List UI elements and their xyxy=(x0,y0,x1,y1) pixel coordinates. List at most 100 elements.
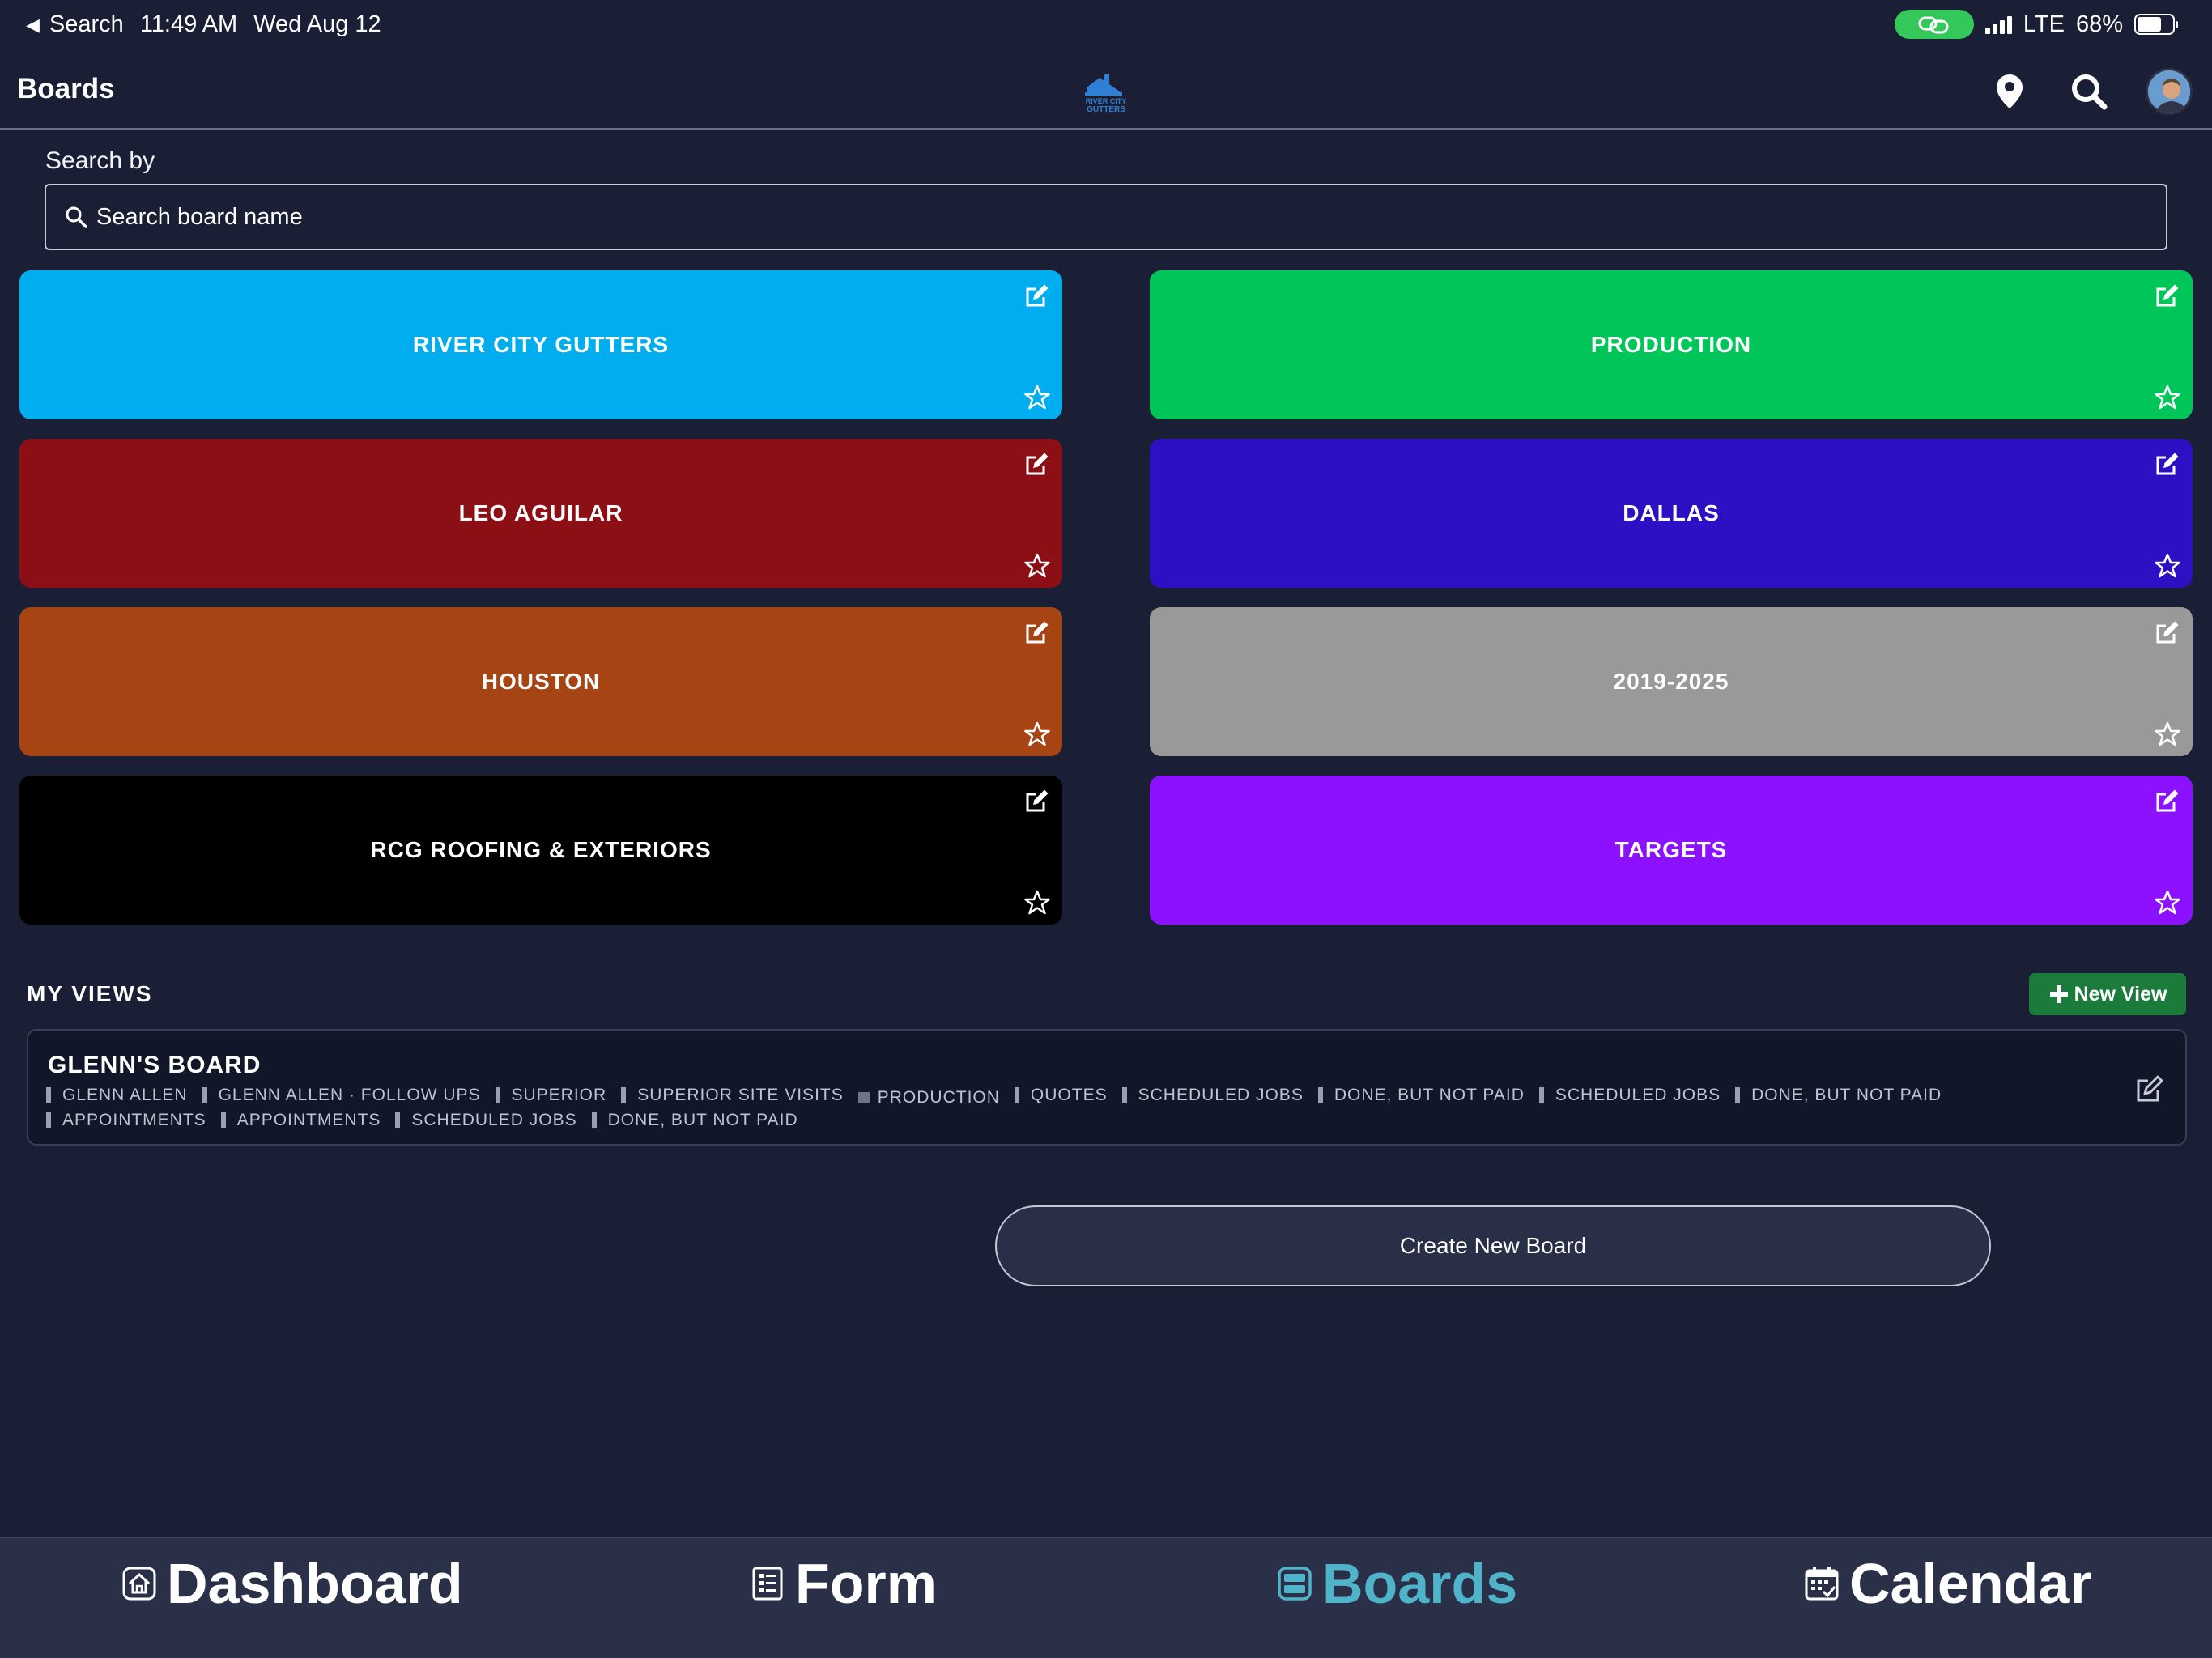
board-name: LEO AGUILAR xyxy=(458,500,623,525)
header-actions xyxy=(1987,68,2193,115)
view-card[interactable]: GLENN'S BOARD GLENN ALLEN GLENN ALLEN · F… xyxy=(27,1029,2187,1146)
favorite-star-icon[interactable] xyxy=(1020,380,1054,414)
tab-dashboard[interactable]: Dashboard xyxy=(121,1551,463,1616)
board-tile[interactable]: HOUSTON xyxy=(19,607,1062,756)
back-caret-icon[interactable]: ◀ xyxy=(26,15,40,36)
new-view-button[interactable]: New View xyxy=(2029,973,2186,1015)
favorite-star-icon[interactable] xyxy=(1020,549,1054,583)
view-tag: PRODUCTION xyxy=(857,1086,1000,1108)
tag-marker-icon xyxy=(1014,1086,1019,1103)
view-tag: DONE, BUT NOT PAID xyxy=(591,1109,798,1131)
view-tag: DONE, BUT NOT PAID xyxy=(1317,1084,1525,1106)
tag-marker-icon xyxy=(395,1112,401,1128)
tab-label: Form xyxy=(795,1552,937,1615)
board-name: DALLAS xyxy=(1623,500,1720,525)
tag-marker-icon xyxy=(46,1112,51,1128)
edit-board-icon[interactable] xyxy=(2150,447,2184,481)
view-name: GLENN'S BOARD xyxy=(48,1052,262,1078)
view-tag: SUPERIOR xyxy=(495,1084,607,1106)
river-city-gutters-logo: RIVER CITY GUTTERS xyxy=(1085,74,1126,114)
back-to-search-link[interactable]: Search xyxy=(49,11,124,38)
board-name: PRODUCTION xyxy=(1590,332,1752,357)
board-name: TARGETS xyxy=(1614,837,1728,862)
view-tag: QUOTES xyxy=(1014,1084,1108,1106)
search-input[interactable] xyxy=(96,203,2121,231)
board-tile[interactable]: RCG ROOFING & EXTERIORS xyxy=(19,776,1062,925)
favorite-star-icon[interactable] xyxy=(2150,549,2184,583)
edit-board-icon[interactable] xyxy=(2150,784,2184,818)
view-tag: DONE, BUT NOT PAID xyxy=(1735,1084,1942,1106)
search-icon[interactable] xyxy=(2066,69,2112,114)
boards-icon xyxy=(1277,1566,1312,1601)
view-tag-label: SCHEDULED JOBS xyxy=(1555,1086,1721,1104)
home-icon xyxy=(121,1566,157,1601)
page-title: Boards xyxy=(17,73,115,104)
favorite-star-icon[interactable] xyxy=(1020,717,1054,751)
tag-marker-icon xyxy=(1735,1086,1741,1103)
tab-calendar[interactable]: Calendar xyxy=(1804,1551,2092,1616)
search-label: Search by xyxy=(45,147,155,174)
view-tag-label: DONE, BUT NOT PAID xyxy=(607,1110,798,1129)
status-left: ◀ Search 11:49 AM Wed Aug 12 xyxy=(26,11,381,38)
tag-marker-icon xyxy=(1121,1086,1127,1103)
board-name: RIVER CITY GUTTERS xyxy=(412,332,670,357)
tag-marker-icon xyxy=(1317,1086,1323,1103)
view-tag-label: DONE, BUT NOT PAID xyxy=(1751,1086,1942,1104)
tab-boards[interactable]: Boards xyxy=(1277,1551,1517,1616)
plus-icon xyxy=(2049,985,2068,1003)
user-avatar[interactable] xyxy=(2146,68,2193,115)
search-field-icon xyxy=(66,206,87,228)
view-tag: GLENN ALLEN xyxy=(46,1084,188,1106)
view-tag: GLENN ALLEN · FOLLOW UPS xyxy=(202,1084,481,1106)
favorite-star-icon[interactable] xyxy=(2150,886,2184,920)
board-search-field[interactable] xyxy=(45,184,2167,250)
new-view-label: New View xyxy=(2074,982,2167,1005)
board-name: HOUSTON xyxy=(481,669,601,694)
my-views-heading: MY VIEWS xyxy=(27,981,153,1006)
battery-fill xyxy=(2138,17,2161,32)
create-new-board-button[interactable]: Create New Board xyxy=(995,1205,1991,1286)
link-icon xyxy=(1894,10,1974,39)
view-tag: SCHEDULED JOBS xyxy=(1538,1084,1721,1106)
board-tile[interactable]: TARGETS xyxy=(1150,776,2193,925)
bottom-tab-bar: Dashboard Form Boards Calendar xyxy=(0,1537,2212,1658)
favorite-star-icon[interactable] xyxy=(2150,380,2184,414)
edit-view-icon[interactable] xyxy=(2132,1071,2167,1107)
view-tag-label: GLENN ALLEN · FOLLOW UPS xyxy=(218,1086,481,1104)
status-time: 11:49 AM xyxy=(139,11,238,37)
tab-form[interactable]: Form xyxy=(750,1551,937,1616)
tab-label: Dashboard xyxy=(167,1552,463,1615)
form-icon xyxy=(750,1566,785,1601)
board-tile[interactable]: LEO AGUILAR xyxy=(19,439,1062,588)
tab-label: Boards xyxy=(1322,1552,1518,1615)
edit-board-icon[interactable] xyxy=(1020,447,1054,481)
view-tag-label: QUOTES xyxy=(1030,1086,1108,1104)
view-tag: APPOINTMENTS xyxy=(46,1109,206,1131)
favorite-star-icon[interactable] xyxy=(2150,717,2184,751)
battery-percent: 68% xyxy=(2075,11,2123,37)
view-tag-label: SUPERIOR SITE VISITS xyxy=(637,1086,844,1104)
board-tile[interactable]: 2019-2025 xyxy=(1150,607,2193,756)
edit-board-icon[interactable] xyxy=(2150,615,2184,649)
edit-board-icon[interactable] xyxy=(1020,615,1054,649)
carrier-label: LTE xyxy=(2023,11,2065,37)
tag-marker-icon xyxy=(202,1086,207,1103)
view-tag: APPOINTMENTS xyxy=(220,1109,381,1131)
board-name: RCG ROOFING & EXTERIORS xyxy=(370,837,712,862)
calendar-icon xyxy=(1804,1566,1840,1601)
board-tile[interactable]: DALLAS xyxy=(1150,439,2193,588)
view-tag-label: SCHEDULED JOBS xyxy=(1138,1086,1304,1104)
status-right: LTE 68% xyxy=(1894,10,2178,39)
edit-board-icon[interactable] xyxy=(1020,784,1054,818)
location-pin-icon[interactable] xyxy=(1987,69,2032,114)
favorite-star-icon[interactable] xyxy=(1020,886,1054,920)
view-tag: SUPERIOR SITE VISITS xyxy=(621,1084,844,1106)
view-tag-label: APPOINTMENTS xyxy=(62,1110,206,1129)
edit-board-icon[interactable] xyxy=(1020,278,1054,312)
tag-marker-icon xyxy=(857,1091,870,1103)
status-bar: ◀ Search 11:49 AM Wed Aug 12 LTE 68% xyxy=(0,0,2212,52)
tag-marker-icon xyxy=(495,1086,500,1103)
edit-board-icon[interactable] xyxy=(2150,278,2184,312)
board-tile[interactable]: PRODUCTION xyxy=(1150,270,2193,419)
board-tile[interactable]: RIVER CITY GUTTERS xyxy=(19,270,1062,419)
